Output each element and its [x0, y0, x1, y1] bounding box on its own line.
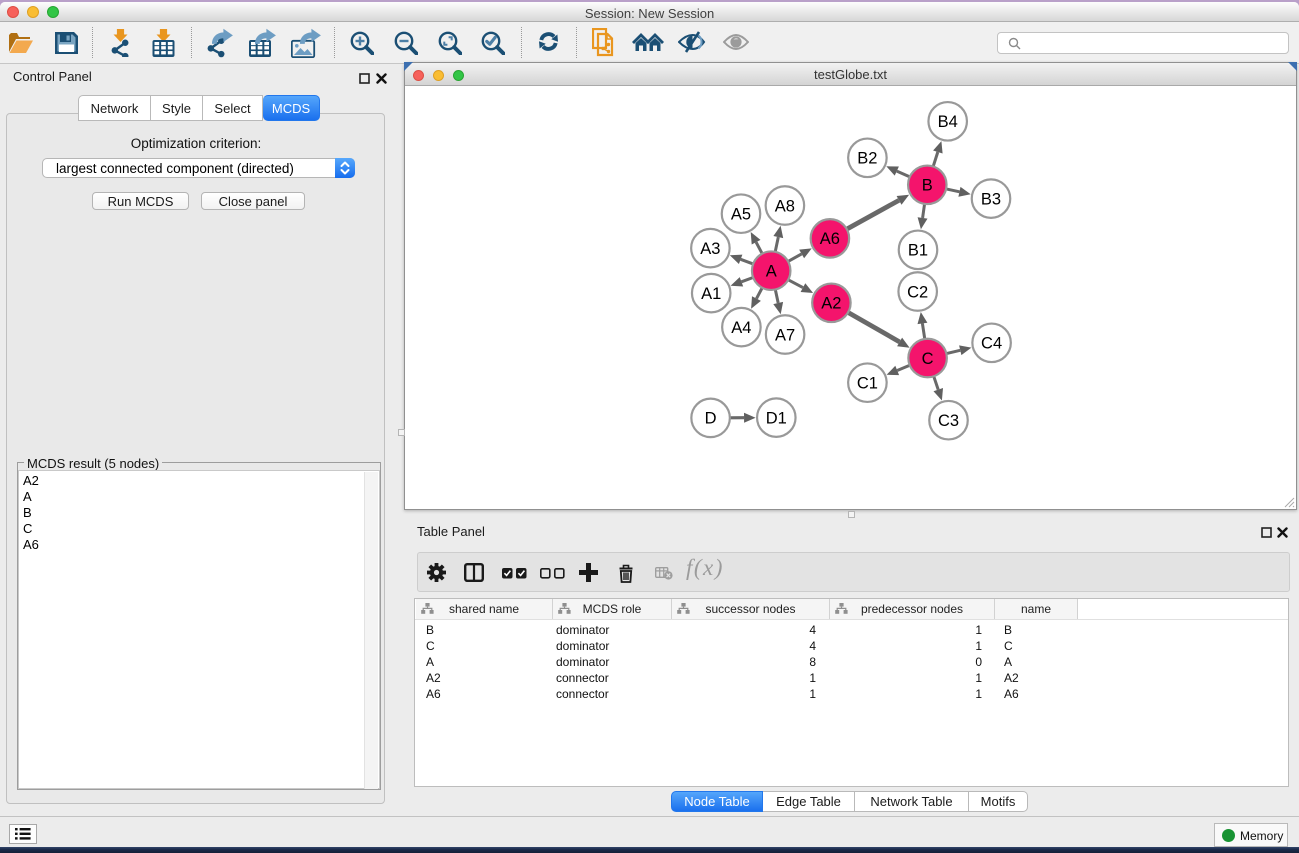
svg-text:D1: D1	[766, 409, 787, 427]
svg-text:C3: C3	[938, 412, 959, 430]
svg-text:C4: C4	[981, 335, 1002, 353]
svg-text:A7: A7	[775, 326, 795, 344]
svg-text:A5: A5	[731, 206, 751, 224]
svg-text:B4: B4	[938, 113, 958, 131]
svg-text:C2: C2	[907, 283, 928, 301]
svg-text:C1: C1	[857, 375, 878, 393]
svg-text:C: C	[922, 350, 934, 368]
svg-text:A4: A4	[731, 319, 751, 337]
svg-text:B2: B2	[857, 150, 877, 168]
svg-text:A6: A6	[820, 230, 840, 248]
svg-text:B: B	[922, 177, 933, 195]
svg-text:B1: B1	[908, 242, 928, 260]
svg-text:B3: B3	[981, 190, 1001, 208]
svg-text:A3: A3	[700, 240, 720, 258]
svg-text:A: A	[766, 263, 777, 281]
svg-text:D: D	[705, 410, 717, 428]
svg-text:A8: A8	[775, 197, 795, 215]
svg-text:A1: A1	[701, 285, 721, 303]
svg-text:A2: A2	[821, 295, 841, 313]
